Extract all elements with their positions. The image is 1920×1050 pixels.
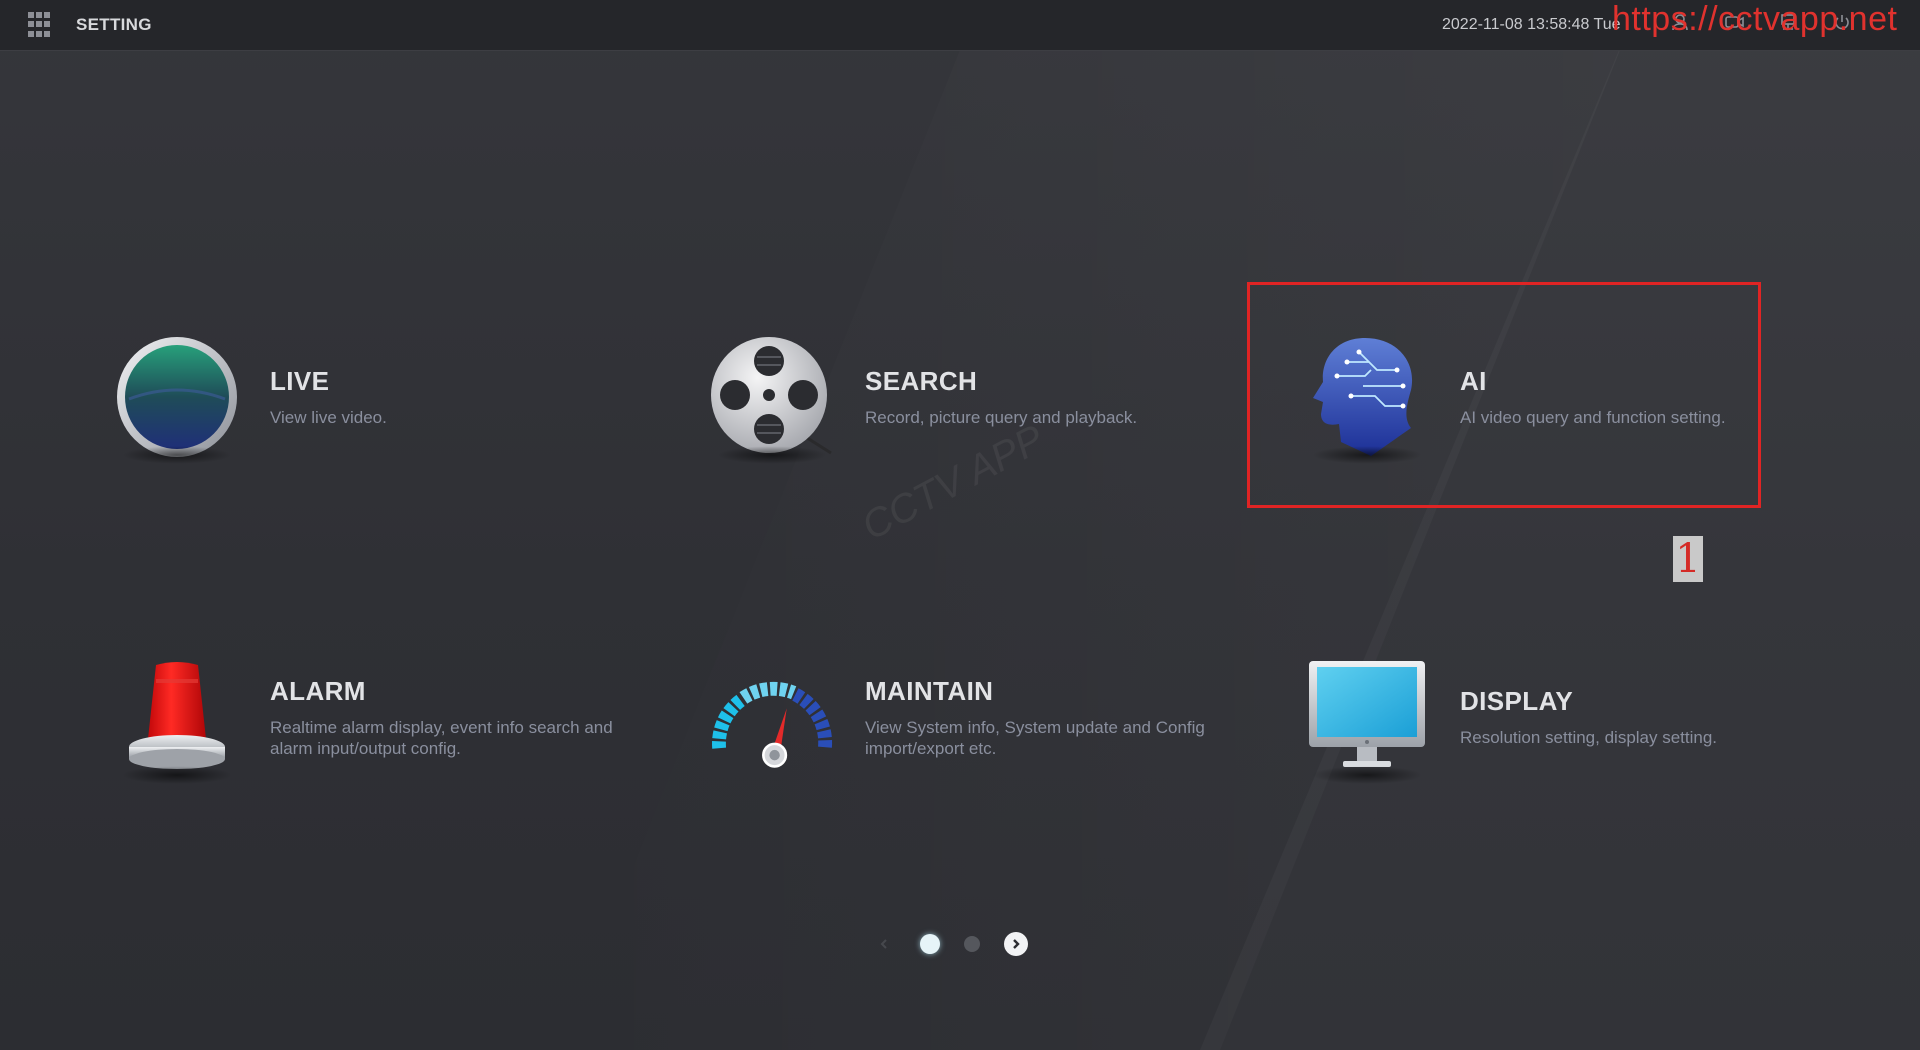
tile-description: Resolution setting, display setting.: [1460, 728, 1718, 747]
gauge-icon: [707, 642, 837, 792]
tile-title: SEARCH: [865, 366, 978, 396]
tile-alarm[interactable]: ALARM Realtime alarm display, event info…: [112, 642, 650, 792]
tile-description: Realtime alarm display, event info searc…: [270, 717, 613, 758]
step-marker: 1: [1673, 536, 1703, 582]
monitor-icon: [1302, 642, 1432, 792]
tile-display[interactable]: DISPLAY Resolution setting, display sett…: [1302, 642, 1840, 792]
page-indicator: [872, 932, 1028, 956]
live-lens-icon: [112, 322, 242, 472]
tile-search[interactable]: SEARCH Record, picture query and playbac…: [707, 322, 1245, 472]
main-menu-grid-icon[interactable]: [28, 12, 54, 38]
tile-title: LIVE: [270, 366, 330, 396]
tile-title: DISPLAY: [1460, 686, 1574, 716]
film-reel-icon: [707, 322, 837, 472]
page-title: SETTING: [76, 15, 152, 34]
tile-live[interactable]: LIVE View live video.: [112, 322, 650, 472]
watermark-url: https://cctvapp.net: [1612, 0, 1898, 38]
tile-maintain[interactable]: MAINTAIN View System info, System update…: [707, 642, 1245, 792]
next-page-icon[interactable]: [1004, 932, 1028, 956]
tile-description: View System info, System update and Conf…: [865, 717, 1205, 758]
previous-page-icon[interactable]: [872, 932, 896, 956]
page-dot-2[interactable]: [964, 936, 980, 952]
tile-title: MAINTAIN: [865, 675, 994, 706]
tile-description: View live video.: [270, 408, 387, 427]
alarm-siren-icon: [112, 642, 242, 792]
tile-description: Record, picture query and playback.: [865, 408, 1138, 427]
highlight-box: [1247, 282, 1761, 508]
background-stripe: [1200, 0, 1920, 1050]
tile-title: ALARM: [270, 675, 366, 706]
page-dot-1[interactable]: [920, 934, 940, 954]
background-stripe: [560, 0, 1640, 1050]
system-clock: 2022-11-08 13:58:48 Tue: [1442, 16, 1621, 33]
setting-screen: SETTING 2022-11-08 13:58:48 Tue https://…: [0, 0, 1920, 1050]
